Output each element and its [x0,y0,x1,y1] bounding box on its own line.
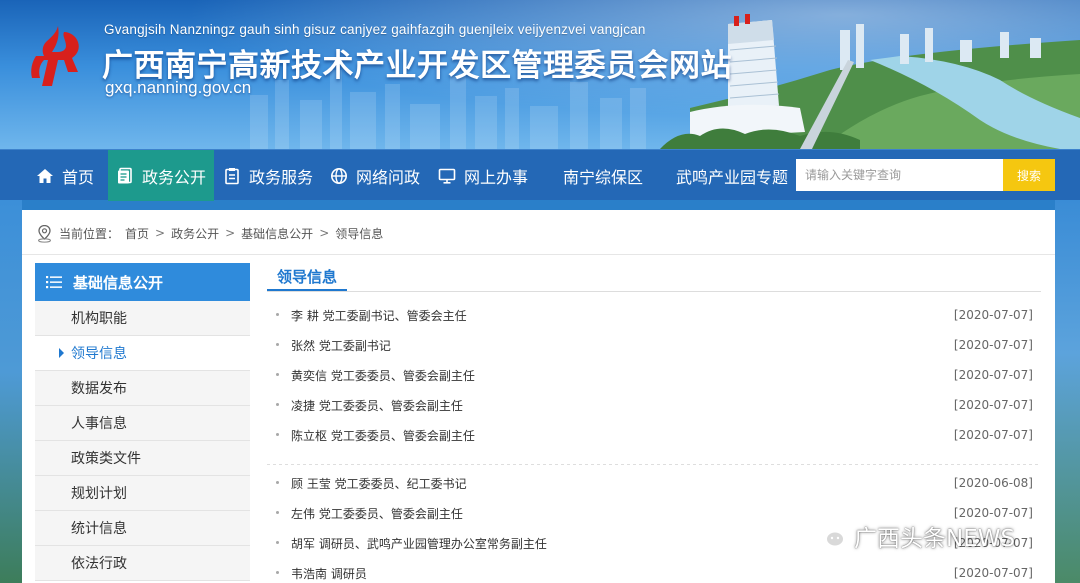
sidebar-item-data-release[interactable]: 数据发布 [35,371,250,406]
list-item-date: [2020-06-08] [953,476,1033,490]
nav-item-online-inquiry[interactable]: 网络问政 [322,150,428,201]
sidebar-item-statistics[interactable]: 统计信息 [35,511,250,546]
list-item-title: 黄奕信 党工委委员、管委会副主任 [291,368,475,383]
list-item-title: 胡军 调研员、武鸣产业园管理办公室常务副主任 [291,536,547,551]
list-item-date: [2020-07-07] [953,308,1033,322]
watermark-text: 广西头条NEWS [854,526,1016,552]
document-icon [117,167,132,183]
wechat-icon [813,523,845,550]
nav-item-label: 政务公开 [141,167,206,187]
list-item-date: [2020-07-07] [953,398,1033,412]
nav-item-home[interactable]: 首页 [22,150,108,201]
list-group-divider [267,464,1041,465]
sidebar-item-label: 数据发布 [71,381,127,397]
sidebar-item-label: 规划计划 [71,486,127,502]
list-item[interactable]: 陈立枢 党工委委员、管委会副主任 [2020-07-07] [267,424,1041,446]
breadcrumb-link-basic-info[interactable]: 基础信息公开 [241,225,313,242]
list-item-title: 张然 党工委副书记 [291,338,391,353]
nav-item-label: 首页 [61,167,94,187]
nav-item-label: 武鸣产业园专题 [675,167,788,187]
list-icon [46,276,62,289]
list-item-date: [2020-07-07] [953,338,1033,352]
sidebar-item-leader-info[interactable]: 领导信息 [35,336,250,371]
list-item[interactable]: 李 耕 党工委副书记、管委会主任 [2020-07-07] [267,304,1041,326]
monitor-icon [438,168,456,184]
breadcrumb-separator: > [225,226,236,240]
list-item-date: [2020-07-07] [953,428,1033,442]
bullet-dot [276,343,279,346]
search-input[interactable] [796,159,1003,191]
bullet-dot [276,433,279,436]
source-watermark: 广西头条NEWS [812,519,1015,553]
breadcrumb-link-government-affairs[interactable]: 政务公开 [171,225,219,242]
content-title: 领导信息 [267,263,348,291]
globe-icon [330,167,347,184]
sidebar-item-institution-functions[interactable]: 机构职能 [35,301,250,336]
nav-item-government-affairs[interactable]: 政务公开 [108,150,214,201]
site-banner: Gvangjsih Nanzningz gauh sinh gisuz canj… [0,0,1080,149]
bullet-dot [276,511,279,514]
breadcrumb-link-home[interactable]: 首页 [125,225,149,242]
content-title-rule [267,291,1041,292]
list-item[interactable]: 凌捷 党工委委员、管委会副主任 [2020-07-07] [267,394,1041,416]
bullet-dot [276,373,279,376]
nav-item-government-services[interactable]: 政务服务 [214,150,322,201]
breadcrumb-separator: > [319,226,330,240]
caret-right-icon [59,348,64,358]
list-item[interactable]: 韦浩南 调研员 [2020-07-07] [267,562,1041,583]
nav-item-label: 网上办事 [463,167,528,187]
list-item[interactable]: 张然 党工委副书记 [2020-07-07] [267,334,1041,356]
sidebar-header: 基础信息公开 [35,263,250,301]
search-button[interactable]: 搜索 [1003,159,1055,191]
site-title-roman: Gvangjsih Nanzningz gauh sinh gisuz canj… [104,22,646,37]
sidebar-item-policy-documents[interactable]: 政策类文件 [35,441,250,476]
location-pin-icon [38,224,51,243]
nav-item-nanning-bonded-zone[interactable]: 南宁综保区 [548,150,658,201]
list-item-title: 李 耕 党工委副书记、管委会主任 [291,308,467,323]
list-item-date: [2020-07-07] [953,506,1033,520]
sidebar-item-planning[interactable]: 规划计划 [35,476,250,511]
list-item-title: 凌捷 党工委委员、管委会副主任 [291,398,463,413]
sidebar-item-label: 人事信息 [71,416,127,432]
list-item-date: [2020-07-07] [953,566,1033,580]
list-item[interactable]: 顾 王莹 党工委委员、纪工委书记 [2020-06-08] [267,472,1041,494]
sidebar-item-label: 统计信息 [71,521,127,537]
site-domain: gxq.nanning.gov.cn [105,78,252,97]
bullet-dot [276,403,279,406]
sidebar: 基础信息公开 机构职能 领导信息 数据发布 人事信息 政策类文件 规划计划 统计… [35,263,250,581]
nav-item-wuming-park[interactable]: 武鸣产业园专题 [668,150,796,201]
breadcrumb-separator: > [155,226,166,240]
breadcrumb-label: 当前位置： [59,226,120,241]
list-item-date: [2020-07-07] [953,368,1033,382]
sidebar-item-label: 依法行政 [71,556,127,572]
list-item-title: 韦浩南 调研员 [291,566,367,581]
sidebar-item-label: 政策类文件 [71,451,141,467]
sidebar-item-administration-by-law[interactable]: 依法行政 [35,546,250,581]
list-item-title: 左伟 党工委委员、管委会副主任 [291,506,463,521]
nav-item-label: 政务服务 [248,167,313,187]
list-item-title: 陈立枢 党工委委员、管委会副主任 [291,428,475,443]
nav-item-label: 南宁综保区 [562,167,643,187]
clipboard-icon [225,167,239,184]
breadcrumb-divider [22,254,1055,255]
sidebar-item-label: 领导信息 [71,346,127,362]
breadcrumb-link-leaders[interactable]: 领导信息 [335,225,383,242]
background-photo-right [1055,200,1080,583]
breadcrumb: 当前位置： 首页 > 政务公开 > 基础信息公开 > 领导信息 [36,222,383,244]
bullet-dot [276,571,279,574]
list-item[interactable]: 黄奕信 党工委委员、管委会副主任 [2020-07-07] [267,364,1041,386]
sidebar-title: 基础信息公开 [73,273,164,292]
nav-item-label: 网络问政 [355,167,420,187]
nav-item-online-services[interactable]: 网上办事 [428,150,538,201]
sidebar-item-label: 机构职能 [71,311,127,327]
bullet-dot [276,481,279,484]
bullet-dot [276,313,279,316]
bullet-dot [276,541,279,544]
background-photo-left [0,200,22,583]
site-logo [31,26,79,86]
list-item-title: 顾 王莹 党工委委员、纪工委书记 [291,476,467,491]
home-icon [36,168,53,183]
sidebar-item-personnel-info[interactable]: 人事信息 [35,406,250,441]
